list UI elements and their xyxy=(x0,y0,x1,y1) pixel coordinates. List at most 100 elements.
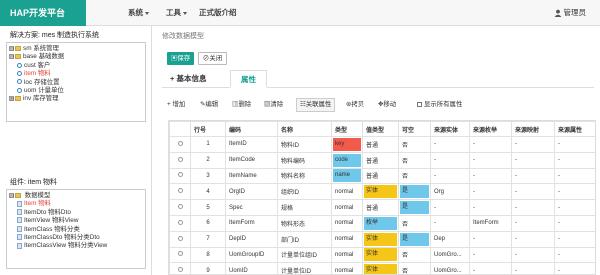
move-button[interactable]: ✥移动 xyxy=(378,98,396,112)
delete-button[interactable]: ▥删除 xyxy=(232,98,251,112)
nullable-cell[interactable]: 是 xyxy=(398,199,431,216)
value-type-cell[interactable]: 实体 xyxy=(362,262,399,274)
name-cell[interactable]: 物料名称 xyxy=(277,167,332,185)
source-enum-cell[interactable]: - xyxy=(469,230,512,248)
source-map-cell[interactable]: - xyxy=(511,151,555,169)
nullable-cell[interactable]: 是 xyxy=(398,183,431,201)
value-type-cell[interactable]: 实体 xyxy=(362,183,399,201)
tree-node[interactable]: cust 客户 xyxy=(9,62,143,70)
code-cell[interactable]: ItemName xyxy=(225,167,278,185)
row-select[interactable] xyxy=(169,230,191,248)
type-cell[interactable]: normal xyxy=(331,199,363,216)
row-select[interactable] xyxy=(169,214,191,232)
code-cell[interactable]: UomGroupID xyxy=(225,246,278,264)
value-type-cell[interactable]: 普通 xyxy=(362,199,399,216)
collapse-icon[interactable]: ⊟ xyxy=(9,45,14,51)
name-cell[interactable]: 组织ID xyxy=(277,183,332,201)
type-cell[interactable]: normal xyxy=(331,230,363,248)
name-cell[interactable]: 物料编码 xyxy=(277,151,332,169)
source-map-cell[interactable]: - xyxy=(511,199,555,216)
user-menu[interactable]: 管理员 xyxy=(554,0,586,26)
source-enum-cell[interactable]: - xyxy=(469,151,512,169)
type-cell[interactable]: key xyxy=(331,136,363,153)
collapse-icon[interactable]: ⊟ xyxy=(9,192,14,198)
nullable-cell[interactable]: 是 xyxy=(398,230,431,248)
collapse-icon[interactable]: ⊟ xyxy=(9,54,14,60)
component-tree[interactable]: ⊟ 数据模型 Item 物料 ItemDto 物料Dto ItemView 物料Vie… xyxy=(6,189,146,269)
type-cell[interactable]: normal xyxy=(331,214,363,232)
menu-tools[interactable]: 工具 xyxy=(166,0,187,26)
row-number[interactable]: 5 xyxy=(190,199,226,216)
source-map-cell[interactable]: - xyxy=(511,246,555,264)
code-cell[interactable]: DepID xyxy=(225,230,278,248)
show-all-attrs[interactable]: 显示所有属性 xyxy=(417,98,462,112)
close-button[interactable]: ⊘关闭 xyxy=(198,52,227,65)
source-enum-cell[interactable]: - xyxy=(469,167,512,185)
source-attr-cell[interactable]: - xyxy=(554,183,595,201)
type-cell[interactable]: normal xyxy=(331,246,363,264)
row-number[interactable]: 2 xyxy=(190,151,226,169)
row-number[interactable]: 8 xyxy=(190,246,226,264)
row-select[interactable] xyxy=(169,262,191,274)
source-attr-cell[interactable]: - xyxy=(554,136,595,153)
row-select[interactable] xyxy=(169,183,191,201)
source-attr-cell[interactable]: - xyxy=(554,246,595,264)
tree-node[interactable]: ⊟ base 基础数据 xyxy=(9,53,143,61)
code-cell[interactable]: UomID xyxy=(225,262,278,274)
type-cell[interactable]: normal xyxy=(331,262,363,274)
nullable-cell[interactable]: 否 xyxy=(398,136,431,153)
tree-node[interactable]: ItemDto 物料Dto xyxy=(9,209,143,217)
source-entity-cell[interactable]: Org xyxy=(430,183,470,201)
radio-button[interactable] xyxy=(177,267,183,273)
source-enum-cell[interactable]: ItemForm xyxy=(469,214,512,232)
code-cell[interactable]: ItemID xyxy=(225,136,278,153)
radio-button[interactable] xyxy=(177,188,183,194)
source-entity-cell[interactable]: - xyxy=(430,136,470,153)
value-type-cell[interactable]: 实体 xyxy=(362,246,399,264)
source-attr-cell[interactable]: - xyxy=(554,262,595,274)
add-button[interactable]: + 增加 xyxy=(167,98,185,112)
source-enum-cell[interactable]: - xyxy=(469,199,512,216)
radio-button[interactable] xyxy=(177,172,183,178)
source-map-cell[interactable]: - xyxy=(511,230,555,248)
table-row[interactable]: 7 DepID 部门ID normal 实体是 Dep - - - xyxy=(169,230,595,248)
name-cell[interactable]: 规格 xyxy=(277,199,332,216)
source-attr-cell[interactable]: - xyxy=(554,151,595,169)
source-enum-cell[interactable]: - xyxy=(469,262,512,274)
table-row[interactable]: 2 ItemCode 物料编码 code 普通 否 - - - - xyxy=(169,151,595,169)
source-attr-cell[interactable]: - xyxy=(554,214,595,232)
radio-button[interactable] xyxy=(177,219,183,225)
tab-basic-info[interactable]: + 基本信息 xyxy=(170,70,206,88)
type-cell[interactable]: name xyxy=(331,167,363,185)
value-type-cell[interactable]: 普通 xyxy=(362,136,399,153)
name-cell[interactable]: 计量单位组ID xyxy=(277,246,332,264)
table-row[interactable]: 1 ItemID 物料ID key 普通 否 - - - - xyxy=(169,136,595,153)
code-cell[interactable]: OrgID xyxy=(225,183,278,201)
table-row[interactable]: 6 ItemForm 物料形态 normal 枚举否 - ItemForm - - xyxy=(169,214,595,232)
tree-node[interactable]: loc 存储位置 xyxy=(9,79,143,87)
code-cell[interactable]: Spec xyxy=(225,199,278,216)
nullable-cell[interactable]: 否 xyxy=(398,151,431,169)
tree-node[interactable]: ItemClass 物料分类 xyxy=(9,226,143,234)
source-entity-cell[interactable]: - xyxy=(430,199,470,216)
row-number[interactable]: 9 xyxy=(190,262,226,274)
row-number[interactable]: 4 xyxy=(190,183,226,201)
radio-button[interactable] xyxy=(177,251,183,257)
tree-node[interactable]: ⊞ inv 库存管理 xyxy=(9,95,143,103)
clear-button[interactable]: ▧清除 xyxy=(264,98,283,112)
row-number[interactable]: 3 xyxy=(190,167,226,185)
brand-logo[interactable]: HAP开发平台 xyxy=(0,0,86,26)
value-type-cell[interactable]: 普通 xyxy=(362,167,399,185)
source-enum-cell[interactable]: - xyxy=(469,246,512,264)
row-select[interactable] xyxy=(169,136,191,153)
row-select[interactable] xyxy=(169,151,191,169)
table-row[interactable]: 9 UomID 计量单位ID normal 实体否 UomGro... - - - xyxy=(169,262,595,274)
menu-system[interactable]: 系统 xyxy=(128,0,149,26)
tab-attributes[interactable]: 属性 xyxy=(230,70,267,88)
nullable-cell[interactable]: 否 xyxy=(398,214,431,232)
source-entity-cell[interactable]: - xyxy=(430,167,470,185)
radio-button[interactable] xyxy=(177,235,183,241)
source-attr-cell[interactable]: - xyxy=(554,167,595,185)
nullable-cell[interactable]: 否 xyxy=(398,167,431,185)
code-cell[interactable]: ItemCode xyxy=(225,151,278,169)
